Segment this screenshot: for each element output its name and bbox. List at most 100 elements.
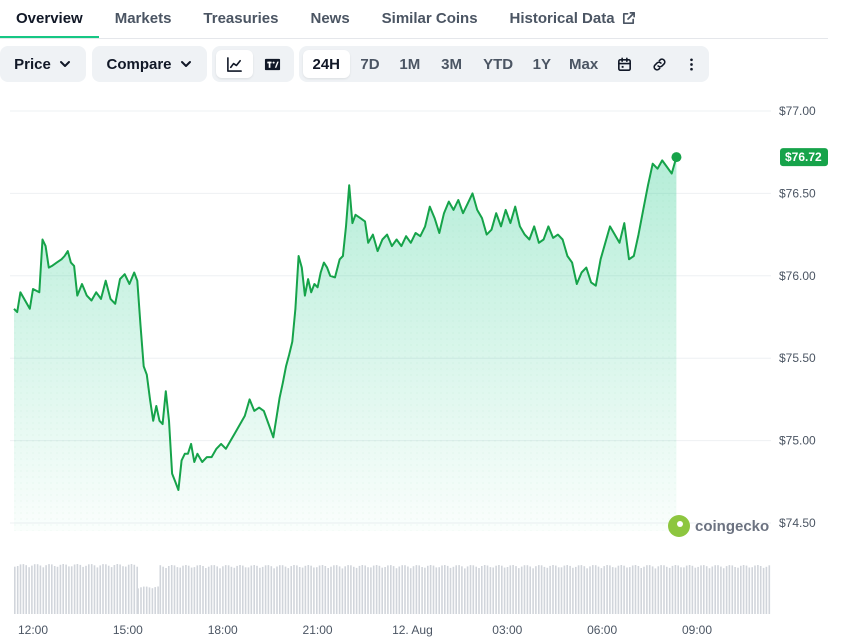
volume-bar xyxy=(145,586,148,614)
range-1y[interactable]: 1Y xyxy=(524,50,559,78)
share-link-button[interactable] xyxy=(643,50,676,78)
volume-bar xyxy=(157,586,159,614)
tab-treasuries[interactable]: Treasuries xyxy=(187,0,294,38)
volume-bar xyxy=(224,565,227,614)
volume-bar xyxy=(401,565,403,614)
tab-bar: Overview Markets Treasuries News Similar… xyxy=(0,0,828,39)
volume-bar xyxy=(276,566,278,614)
volume-bar xyxy=(96,567,99,614)
last-price-label: $76.72 xyxy=(785,150,822,164)
line-chart-button[interactable] xyxy=(216,50,253,78)
more-options-button[interactable] xyxy=(678,50,705,78)
volume-bar xyxy=(250,565,253,614)
tab-overview[interactable]: Overview xyxy=(0,0,99,38)
volume-bar xyxy=(390,565,392,614)
volume-bar xyxy=(344,566,346,614)
volume-bar xyxy=(552,565,554,614)
x-tick-label: 06:00 xyxy=(587,623,617,637)
volume-bar xyxy=(335,565,338,614)
volume-bar xyxy=(501,565,503,614)
tab-similar-coins[interactable]: Similar Coins xyxy=(366,0,494,38)
volume-bar xyxy=(39,565,42,614)
volume-bar xyxy=(563,565,566,614)
volume-bar xyxy=(353,566,355,614)
volume-bar xyxy=(216,566,218,614)
volume-bar xyxy=(355,567,358,614)
volume-bar xyxy=(492,567,494,614)
volume-bar xyxy=(367,567,369,614)
volume-bar xyxy=(518,568,520,614)
volume-bar xyxy=(458,565,460,614)
volume-bar xyxy=(646,565,648,614)
volume-bar xyxy=(239,565,241,614)
range-3m[interactable]: 3M xyxy=(431,50,472,78)
volume-bar xyxy=(127,564,130,614)
volume-bar xyxy=(674,565,677,614)
volume-bar xyxy=(424,567,426,614)
volume-bar xyxy=(714,565,716,614)
volume-bar xyxy=(110,567,113,614)
volume-bar xyxy=(631,565,634,614)
volume-bar xyxy=(683,567,685,614)
volume-bar xyxy=(660,565,662,614)
x-tick-label: 03:00 xyxy=(492,623,522,637)
volume-bar xyxy=(284,566,287,614)
volume-bar xyxy=(506,567,509,614)
volume-bar xyxy=(25,565,27,614)
tab-historical-data[interactable]: Historical Data xyxy=(494,0,652,38)
volume-bar xyxy=(187,565,190,614)
volume-bar xyxy=(190,567,193,614)
volume-bar xyxy=(247,567,250,614)
volume-bar xyxy=(754,565,756,614)
volume-bar xyxy=(572,567,574,614)
price-chart[interactable]: $77.00 $76.50 $76.00 $75.50 $75.00 $74.50 12:… xyxy=(0,90,843,641)
volume-bar xyxy=(438,567,440,614)
volume-bar xyxy=(222,566,224,614)
volume-bar xyxy=(381,567,383,614)
volume-bar xyxy=(338,566,341,614)
volume-bars xyxy=(14,564,771,614)
volume-bar xyxy=(341,568,344,614)
price-dropdown[interactable]: Price xyxy=(0,46,86,82)
volume-bar xyxy=(617,565,620,614)
volume-bar xyxy=(418,565,420,614)
volume-bar xyxy=(614,567,617,614)
volume-bar xyxy=(99,565,101,614)
volume-bar xyxy=(657,566,660,614)
volume-bar xyxy=(227,565,230,614)
volume-bar xyxy=(324,566,327,614)
x-tick-label: 15:00 xyxy=(113,623,143,637)
calendar-button[interactable] xyxy=(608,50,641,78)
volume-bar xyxy=(28,567,30,614)
tab-markets[interactable]: Markets xyxy=(99,0,188,38)
volume-bar xyxy=(113,565,116,614)
time-range-switch: 24H 7D 1M 3M YTD 1Y Max xyxy=(299,46,709,82)
y-axis: $77.00 $76.50 $76.00 $75.50 $75.00 $74.50 xyxy=(779,104,816,530)
volume-bar xyxy=(583,566,586,614)
volume-bar xyxy=(316,567,318,614)
tab-news[interactable]: News xyxy=(294,0,365,38)
volume-bar xyxy=(722,568,725,614)
volume-bar xyxy=(575,566,577,614)
volume-bar xyxy=(19,564,22,614)
volume-bar xyxy=(321,565,324,614)
volume-bar xyxy=(375,565,378,614)
range-24h[interactable]: 24H xyxy=(303,50,350,78)
volume-bar xyxy=(70,566,73,614)
tradingview-button[interactable] xyxy=(255,50,290,78)
range-1m[interactable]: 1M xyxy=(390,50,429,78)
compare-dropdown[interactable]: Compare xyxy=(92,46,207,82)
volume-bar xyxy=(415,565,418,614)
line-chart-icon xyxy=(227,56,242,72)
volume-bar xyxy=(273,568,275,614)
volume-bar xyxy=(370,567,372,614)
volume-bar xyxy=(694,567,697,614)
volume-bar xyxy=(327,568,329,614)
volume-bar xyxy=(654,568,657,614)
volume-bar xyxy=(495,565,497,614)
volume-bar xyxy=(751,567,753,614)
range-max[interactable]: Max xyxy=(561,50,606,78)
volume-bar xyxy=(207,566,210,614)
range-7d[interactable]: 7D xyxy=(352,50,389,78)
range-ytd[interactable]: YTD xyxy=(474,50,522,78)
